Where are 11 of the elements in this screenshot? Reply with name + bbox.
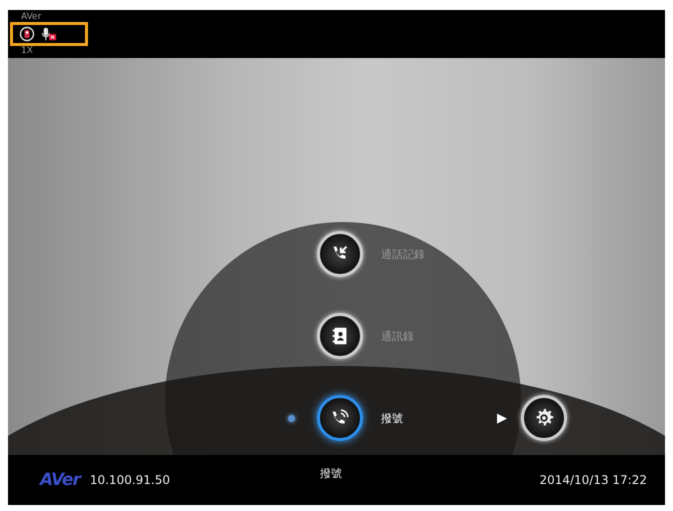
- menu-label: 撥號: [381, 410, 404, 426]
- zoom-level: 1X: [21, 46, 34, 56]
- menu-label: 通話記錄: [381, 246, 426, 262]
- date-time: 2014/10/13 17:22: [539, 473, 647, 487]
- camera-status-icon: [19, 26, 35, 42]
- device-name: AVer: [21, 12, 42, 22]
- aver-logo: AVer: [40, 470, 80, 490]
- next-arrow: ▶: [497, 410, 507, 426]
- menu-label: 通訊錄: [381, 328, 415, 344]
- ip-address: 10.100.91.50: [90, 473, 171, 487]
- current-mode: 撥號: [320, 466, 342, 480]
